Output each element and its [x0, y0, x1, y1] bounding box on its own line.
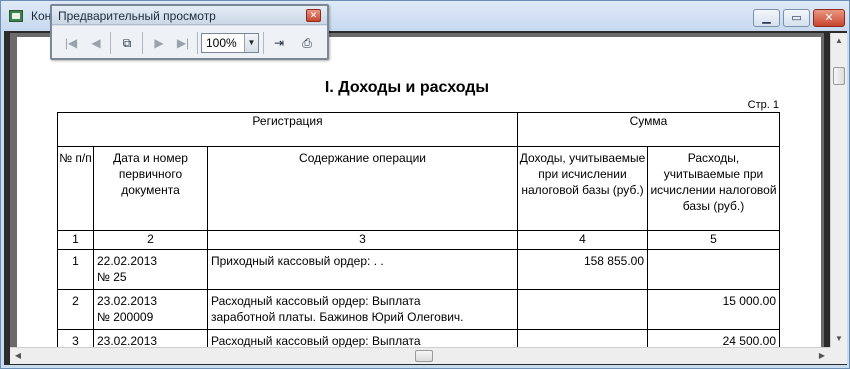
last-page-icon: ▶| — [176, 36, 190, 50]
row-date-doc: 23.02.2013 № 200009 — [93, 289, 208, 330]
report-page: I. Доходы и расходы Стр. 1 Регистрация С… — [17, 37, 821, 347]
row-num: 2 — [57, 289, 94, 330]
row-content: Приходный кассовый ордер: . . — [207, 249, 518, 290]
column-number: 1 — [57, 230, 94, 250]
table-row: 3 23.02.2013 Расходный кассовый ордер: В… — [57, 329, 780, 347]
preview-client-area: I. Доходы и расходы Стр. 1 Регистрация С… — [4, 31, 847, 365]
row-income — [517, 329, 648, 347]
toolbar-separator — [110, 32, 111, 54]
row-doc-no: № 200009 — [97, 310, 154, 324]
column-number: 5 — [647, 230, 780, 250]
prev-page-button[interactable]: ◀ — [85, 33, 107, 53]
column-number: 3 — [207, 230, 518, 250]
header-sum: Сумма — [517, 112, 780, 147]
print-button[interactable]: ⎙ — [296, 33, 318, 53]
page-area: I. Доходы и расходы Стр. 1 Регистрация С… — [10, 33, 824, 347]
copy-icon: ⧉ — [122, 36, 132, 50]
income-expense-table: Регистрация Сумма № п/п Дата и номер пер… — [57, 112, 780, 347]
row-content-line: Приходный кассовый ордер: . . — [211, 254, 384, 268]
header-num: № п/п — [57, 146, 94, 231]
table-row: 1 22.02.2013 № 25 Приходный кассовый орде… — [57, 249, 780, 290]
copy-button[interactable]: ⧉ — [116, 33, 138, 53]
horizontal-scroll-thumb[interactable] — [415, 350, 433, 362]
maximize-icon: ▭ — [791, 12, 802, 24]
header-income: Доходы, учитываемые при исчислении налог… — [517, 146, 648, 231]
next-page-button[interactable]: ▶ — [148, 33, 170, 53]
preview-toolbar-window: Предварительный просмотр ✕ |◀ ◀ ⧉ ▶ ▶| 1… — [50, 4, 329, 60]
column-number: 4 — [517, 230, 648, 250]
close-icon: ✕ — [309, 10, 318, 20]
header-expense: Расходы, учитываемые при исчислении нало… — [647, 146, 780, 231]
preview-toolbar-body: |◀ ◀ ⧉ ▶ ▶| 100% ▼ ⇥ ⎙ — [52, 26, 327, 58]
vertical-scroll-thumb[interactable] — [833, 67, 845, 85]
row-date: 22.02.2013 — [97, 254, 158, 268]
header-registration: Регистрация — [57, 112, 518, 147]
row-content: Расходный кассовый ордер: Выплата заработ… — [207, 289, 518, 330]
prev-page-icon: ◀ — [91, 36, 101, 50]
header-columns-row: № п/п Дата и номер первичного документа … — [57, 146, 780, 231]
header-content: Содержание операции — [207, 146, 518, 231]
row-num: 1 — [57, 249, 94, 290]
first-page-icon: |◀ — [64, 36, 78, 50]
document-title: I. Доходы и расходы — [324, 79, 490, 96]
chevron-down-icon[interactable]: ▼ — [244, 34, 258, 52]
preview-toolbar-titlebar[interactable]: Предварительный просмотр ✕ — [52, 6, 327, 25]
scroll-left-icon[interactable]: ◀ — [10, 348, 26, 364]
scroll-up-icon[interactable]: ▲ — [831, 33, 847, 49]
row-date-doc: 22.02.2013 № 25 — [93, 249, 208, 290]
header-date-doc: Дата и номер первичного документа — [93, 146, 208, 231]
column-number: 2 — [93, 230, 208, 250]
page-number: Стр. 1 — [747, 99, 779, 111]
toolbar-separator — [197, 32, 198, 54]
window-title: Кон — [31, 9, 52, 23]
minimize-icon: ▁ — [762, 12, 771, 24]
scroll-right-icon[interactable]: ▶ — [814, 348, 830, 364]
row-expense: 15 000.00 — [647, 289, 780, 330]
preview-toolbar-title: Предварительный просмотр — [58, 9, 216, 23]
toolbar-separator — [142, 32, 143, 54]
row-content: Расходный кассовый ордер: Выплата — [207, 329, 518, 347]
first-page-button[interactable]: |◀ — [60, 33, 82, 53]
row-expense — [647, 249, 780, 290]
row-doc-no: № 25 — [97, 270, 127, 284]
exit-icon: ⇥ — [273, 36, 285, 50]
printer-icon: ⎙ — [302, 36, 312, 50]
zoom-select[interactable]: 100% ▼ — [201, 33, 259, 53]
header-group-row: Регистрация Сумма — [57, 112, 780, 147]
zoom-value: 100% — [206, 36, 237, 50]
toolbar-separator — [263, 32, 264, 54]
scroll-down-icon[interactable]: ▼ — [831, 331, 847, 347]
table-row: 2 23.02.2013 № 200009 Расходный кассовый … — [57, 289, 780, 330]
row-content-line: Расходный кассовый ордер: Выплата — [211, 294, 421, 308]
maximize-button[interactable]: ▭ — [783, 9, 810, 27]
row-date: 23.02.2013 — [97, 334, 158, 347]
vertical-scrollbar[interactable]: ▲ ▼ — [830, 33, 847, 347]
close-button[interactable]: ✕ — [813, 9, 845, 27]
row-date: 23.02.2013 — [97, 294, 158, 308]
preview-toolbar-close-button[interactable]: ✕ — [306, 9, 321, 22]
minimize-button[interactable]: ▁ — [753, 9, 780, 27]
exit-button[interactable]: ⇥ — [268, 33, 290, 53]
next-page-icon: ▶ — [154, 36, 164, 50]
scrollbar-corner — [830, 347, 847, 364]
horizontal-scrollbar[interactable]: ◀ ▶ — [10, 347, 830, 364]
column-numbers-row: 1 2 3 4 5 — [57, 230, 780, 250]
row-content-line: Расходный кассовый ордер: Выплата — [211, 334, 421, 347]
last-page-button[interactable]: ▶| — [172, 33, 194, 53]
row-num: 3 — [57, 329, 94, 347]
row-income — [517, 289, 648, 330]
row-income: 158 855.00 — [517, 249, 648, 290]
row-date-doc: 23.02.2013 — [93, 329, 208, 347]
row-expense: 24 500.00 — [647, 329, 780, 347]
app-icon — [9, 10, 23, 22]
close-icon: ✕ — [824, 12, 834, 24]
row-content-line: заработной платы. Бажинов Юрий Олегович. — [211, 310, 464, 324]
